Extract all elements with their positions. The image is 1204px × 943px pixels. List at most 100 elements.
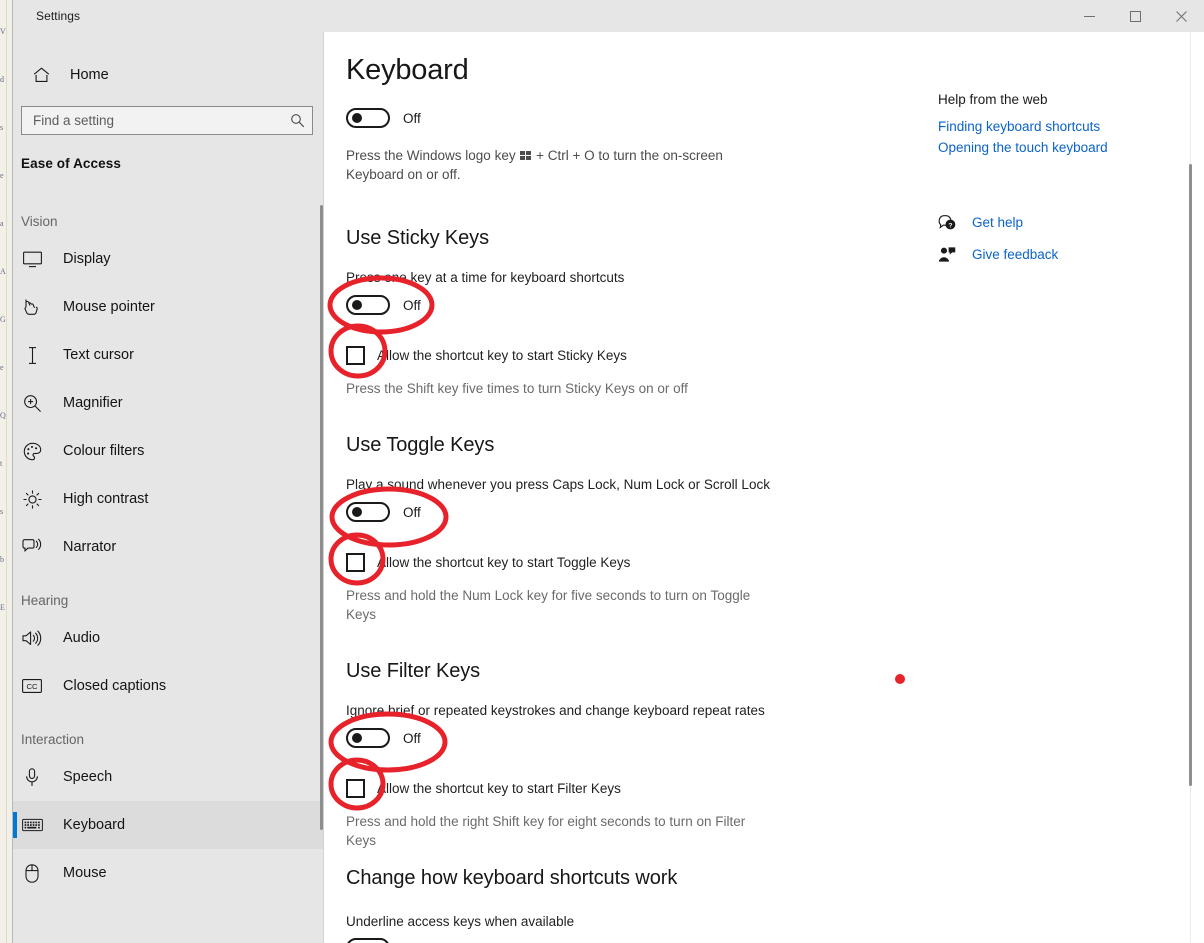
help-link[interactable]: Opening the touch keyboard (938, 140, 1204, 155)
sticky-keys-checkbox[interactable] (346, 346, 365, 365)
toggle-switch-track (346, 728, 390, 748)
toggle-keys-heading: Use Toggle Keys (346, 434, 495, 456)
sidebar-item-narrator[interactable]: Narrator (13, 523, 324, 571)
svg-text:CC: CC (27, 682, 38, 691)
sidebar-item-label: Magnifier (63, 395, 123, 411)
sidebar-item-label: Text cursor (63, 347, 134, 363)
toggle-keys-toggle-state: Off (403, 504, 421, 520)
sidebar-item-magnifier[interactable]: Magnifier (13, 379, 324, 427)
window-controls (1066, 0, 1204, 32)
sidebar-item-colour-filters[interactable]: Colour filters (13, 427, 324, 475)
sidebar-item-label: Mouse pointer (63, 299, 155, 315)
sticky-keys-heading: Use Sticky Keys (346, 227, 489, 249)
sidebar-item-label: Mouse (63, 865, 107, 881)
underline-access-keys-toggle[interactable] (346, 938, 390, 943)
filter-keys-toggle[interactable]: Off (346, 728, 421, 748)
text-cursor-icon (21, 345, 43, 365)
sticky-keys-option-label: Press one key at a time for keyboard sho… (346, 270, 625, 285)
background-text-fragment: b (0, 556, 4, 563)
search-box[interactable] (21, 106, 313, 135)
maximize-icon (1129, 10, 1141, 22)
sidebar-item-closed-captions[interactable]: CC Closed captions (13, 662, 324, 710)
toggle-keys-checkbox[interactable] (346, 553, 365, 572)
filter-keys-checkbox-row[interactable]: Allow the shortcut key to start Filter K… (346, 779, 621, 798)
sidebar-item-text-cursor[interactable]: Text cursor (13, 331, 324, 379)
sun-icon (21, 489, 43, 509)
get-help-action[interactable]: ? Get help (938, 213, 1204, 231)
sticky-keys-toggle[interactable]: Off (346, 295, 421, 315)
give-feedback-action[interactable]: Give feedback (938, 245, 1204, 263)
onscreen-keyboard-toggle[interactable]: Off (346, 108, 421, 128)
filter-keys-heading: Use Filter Keys (346, 660, 481, 682)
main-content: Keyboard Off Press the Windows logo key … (324, 32, 1204, 943)
sidebar-item-keyboard[interactable]: Keyboard (13, 801, 324, 849)
sticky-keys-hint: Press the Shift key five times to turn S… (346, 381, 688, 396)
background-window-sliver: Vd s e a A Ge Qt s b E (0, 0, 13, 943)
sidebar-home-label: Home (70, 67, 109, 83)
maximize-button[interactable] (1112, 0, 1158, 32)
toggle-keys-option-label: Play a sound whenever you press Caps Loc… (346, 477, 770, 492)
magnifier-icon (21, 393, 43, 413)
toggle-switch-track (346, 502, 390, 522)
background-text-fragment: t (0, 460, 3, 467)
help-action-label: Get help (972, 214, 1024, 230)
sidebar-item-label: Closed captions (63, 678, 167, 694)
sidebar-scrollbar[interactable] (320, 205, 323, 830)
filter-keys-hint: Press and hold the right Shift key for e… (346, 814, 746, 848)
sidebar-item-high-contrast[interactable]: High contrast (13, 475, 324, 523)
sidebar-item-home[interactable]: Home (21, 58, 311, 92)
microphone-icon (21, 767, 43, 787)
mouse-pointer-icon (21, 297, 43, 317)
sidebar: Home Ease of Access Vision Display Mouse p… (13, 32, 324, 943)
sidebar-item-mouse-pointer[interactable]: Mouse pointer (13, 283, 324, 331)
sidebar-item-audio[interactable]: Audio (13, 614, 324, 662)
search-input[interactable] (22, 113, 282, 128)
toggle-keys-checkbox-row[interactable]: Allow the shortcut key to start Toggle K… (346, 553, 630, 572)
windows-logo-icon (520, 151, 531, 161)
search-icon (282, 113, 312, 128)
toggle-keys-toggle[interactable]: Off (346, 502, 421, 522)
sticky-keys-checkbox-row[interactable]: Allow the shortcut key to start Sticky K… (346, 346, 627, 365)
mouse-icon (21, 863, 43, 883)
sidebar-item-display[interactable]: Display (13, 235, 324, 283)
narrator-icon (21, 537, 43, 557)
closed-captions-icon: CC (21, 676, 43, 696)
sidebar-item-label: Keyboard (63, 817, 126, 833)
sidebar-item-label: Audio (63, 630, 101, 646)
toggle-switch-track (346, 295, 390, 315)
sidebar-item-label: Colour filters (63, 443, 145, 459)
toggle-keys-hint: Press and hold the Num Lock key for five… (346, 588, 751, 622)
settings-window: VdseaAGeQtsbE Settings Home Find a setti… (0, 0, 1204, 943)
background-text-fragment: V (0, 28, 6, 35)
minimize-icon (1083, 15, 1095, 17)
background-text-fragment: e (0, 172, 4, 179)
close-button[interactable] (1158, 0, 1204, 32)
background-text-fragment: e (0, 364, 4, 371)
sidebar-category-title: Ease of Access (21, 156, 121, 171)
toggle-switch-knob (352, 507, 362, 517)
help-link[interactable]: Finding keyboard shortcuts (938, 119, 1204, 134)
minimize-button[interactable] (1066, 0, 1112, 32)
background-text-fragment: s (0, 508, 4, 515)
svg-text:?: ? (948, 222, 952, 229)
sidebar-item-mouse[interactable]: Mouse (13, 849, 324, 897)
shortcuts-option-label: Underline access keys when available (346, 914, 575, 929)
sidebar-item-speech[interactable]: Speech (13, 753, 324, 801)
toggle-keys-checkbox-label: Allow the shortcut key to start Toggle K… (377, 555, 631, 570)
palette-icon (21, 441, 43, 461)
filter-keys-checkbox[interactable] (346, 779, 365, 798)
sidebar-group-heading: Hearing (21, 593, 69, 608)
shortcuts-section-heading: Change how keyboard shortcuts work (346, 867, 678, 889)
help-panel: Help from the web Finding keyboard short… (938, 92, 1204, 263)
background-text-fragment: a (0, 220, 4, 227)
background-text-fragment: s (0, 124, 4, 131)
close-icon (1175, 10, 1187, 22)
main-scrollbar[interactable] (1189, 164, 1192, 786)
toggle-switch-knob (352, 733, 362, 743)
give-feedback-icon (938, 245, 956, 263)
background-text-fragment: G (0, 316, 6, 323)
sticky-keys-checkbox-label: Allow the shortcut key to start Sticky K… (377, 348, 627, 363)
sidebar-group-heading: Vision (21, 214, 58, 229)
onscreen-keyboard-description: Press the Windows logo key + Ctrl + O to… (346, 146, 746, 184)
toggle-switch-knob (352, 300, 362, 310)
